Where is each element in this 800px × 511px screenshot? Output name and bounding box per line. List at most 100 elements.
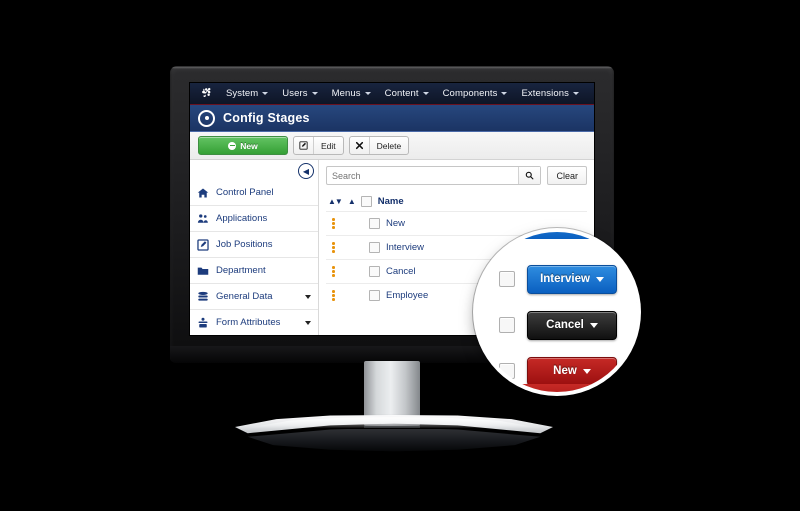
delete-button[interactable]: Delete — [348, 136, 410, 155]
menu-item-label: Extensions — [521, 88, 569, 99]
sidebar-list: Control Panel Applications Job Positions… — [190, 180, 318, 335]
menu-item-content[interactable]: Content — [378, 88, 436, 99]
row-checkbox[interactable] — [369, 290, 380, 301]
clear-button-label: Clear — [556, 170, 578, 181]
magnified-row-cancel[interactable]: Cancel — [477, 302, 637, 349]
status-badge-label: Cancel — [546, 319, 584, 331]
sort-asc-icon[interactable]: ▲ — [348, 197, 356, 206]
column-header-name: Name — [377, 196, 404, 207]
drag-handle-icon[interactable] — [328, 266, 339, 277]
screenshot-root: System Users Menus Content Components Ex… — [0, 0, 800, 511]
new-button[interactable]: New — [198, 136, 288, 155]
sidebar-item-label: General Data — [216, 291, 273, 302]
joomla-logo-icon[interactable] — [198, 86, 213, 101]
magnifier-content: Interview Cancel New — [477, 232, 637, 392]
search-input[interactable] — [327, 167, 519, 184]
admin-menubar: System Users Menus Content Components Ex… — [190, 83, 594, 105]
status-badge-cancel[interactable]: Cancel — [527, 310, 617, 340]
delete-button-label: Delete — [376, 140, 402, 151]
status-badge-label: New — [553, 365, 577, 377]
chevron-down-icon — [305, 294, 311, 299]
menu-item-components[interactable]: Components — [436, 88, 515, 99]
row-name: Employee — [386, 290, 429, 301]
row-checkbox[interactable] — [499, 271, 515, 287]
chevron-down-icon — [501, 92, 508, 95]
chevron-down-icon — [582, 368, 591, 374]
drag-handle-icon[interactable] — [328, 218, 339, 229]
chevron-down-icon — [311, 92, 318, 95]
plus-circle-icon — [228, 141, 237, 150]
status-badge-new[interactable]: New — [527, 356, 617, 386]
sidebar-item-label: Form Attributes — [216, 317, 281, 328]
chevron-down-icon — [422, 92, 429, 95]
menu-item-users[interactable]: Users — [275, 88, 324, 99]
action-toolbar: New Edit Delete — [190, 132, 594, 160]
magnifier-callout: Interview Cancel New — [477, 232, 637, 392]
clipped-button-top — [513, 232, 601, 239]
status-badge-interview[interactable]: Interview — [527, 264, 617, 294]
chevron-down-icon — [262, 92, 269, 95]
menu-item-menus[interactable]: Menus — [325, 88, 378, 99]
row-checkbox[interactable] — [369, 266, 380, 277]
chevron-down-icon — [364, 92, 371, 95]
menu-item-label: System — [226, 88, 259, 99]
row-name: Cancel — [386, 266, 416, 277]
drag-handle-icon[interactable] — [328, 242, 339, 253]
menu-item-label: Components — [442, 88, 498, 99]
clipped-button-bottom — [513, 384, 601, 392]
new-button-label: New — [240, 140, 258, 151]
page-title-bar: Config Stages — [190, 105, 594, 132]
monitor-stand-base — [235, 415, 553, 455]
row-checkbox[interactable] — [499, 363, 515, 379]
sidebar-item-general-data[interactable]: General Data — [190, 284, 318, 310]
sidebar-item-department[interactable]: Department — [190, 258, 318, 284]
sort-updown-icon[interactable]: ▲▼ — [328, 197, 343, 206]
sidebar: ◀ Control Panel Applications Job Positio… — [190, 160, 319, 335]
page-title: Config Stages — [223, 111, 310, 125]
clear-button[interactable]: Clear — [547, 166, 587, 185]
sidebar-item-applications[interactable]: Applications — [190, 206, 318, 232]
menu-item-label: Users — [282, 88, 308, 99]
edit-button[interactable]: Edit — [293, 136, 344, 155]
folder-icon — [197, 265, 209, 277]
chevron-down-icon — [305, 320, 311, 325]
row-checkbox[interactable] — [369, 242, 380, 253]
form-icon — [197, 317, 209, 329]
chevron-down-icon — [572, 92, 579, 95]
sidebar-item-control-panel[interactable]: Control Panel — [190, 180, 318, 206]
arrow-left-circle-icon[interactable]: ◀ — [298, 163, 314, 179]
sidebar-item-label: Department — [216, 265, 266, 276]
menu-item-label: Menus — [331, 88, 361, 99]
pencil-square-icon — [294, 137, 314, 154]
row-name: Interview — [386, 242, 425, 253]
select-all-checkbox[interactable] — [360, 196, 372, 207]
people-icon — [197, 213, 209, 225]
menu-item-label: Content — [384, 88, 419, 99]
database-icon — [197, 291, 209, 303]
menu-item-system[interactable]: System — [219, 88, 275, 99]
row-checkbox[interactable] — [499, 317, 515, 333]
sidebar-item-form-attributes[interactable]: Form Attributes — [190, 310, 318, 335]
row-name: New — [386, 218, 406, 229]
edit-button-label: Edit — [321, 140, 336, 151]
magnified-row-interview[interactable]: Interview — [477, 256, 637, 303]
row-checkbox[interactable] — [369, 218, 380, 229]
stand-base-underside — [247, 429, 541, 452]
sidebar-item-label: Job Positions — [216, 239, 273, 250]
home-icon — [197, 187, 209, 199]
target-circle-icon — [198, 109, 215, 127]
pencil-square-icon — [197, 238, 209, 251]
sidebar-item-label: Control Panel — [216, 187, 274, 198]
sidebar-item-job-positions[interactable]: Job Positions — [190, 232, 318, 258]
chevron-down-icon — [589, 322, 598, 328]
search-row: Clear — [326, 166, 587, 185]
x-mark-icon — [350, 137, 370, 154]
table-header-row: ▲▼ ▲ Name — [326, 192, 587, 211]
search-box[interactable] — [326, 166, 542, 185]
sidebar-item-label: Applications — [216, 213, 268, 224]
drag-handle-icon[interactable] — [328, 290, 339, 301]
magnifier-icon[interactable] — [518, 167, 541, 184]
menu-item-extensions[interactable]: Extensions — [514, 88, 585, 99]
chevron-down-icon — [595, 276, 604, 282]
status-badge-label: Interview — [540, 273, 590, 285]
